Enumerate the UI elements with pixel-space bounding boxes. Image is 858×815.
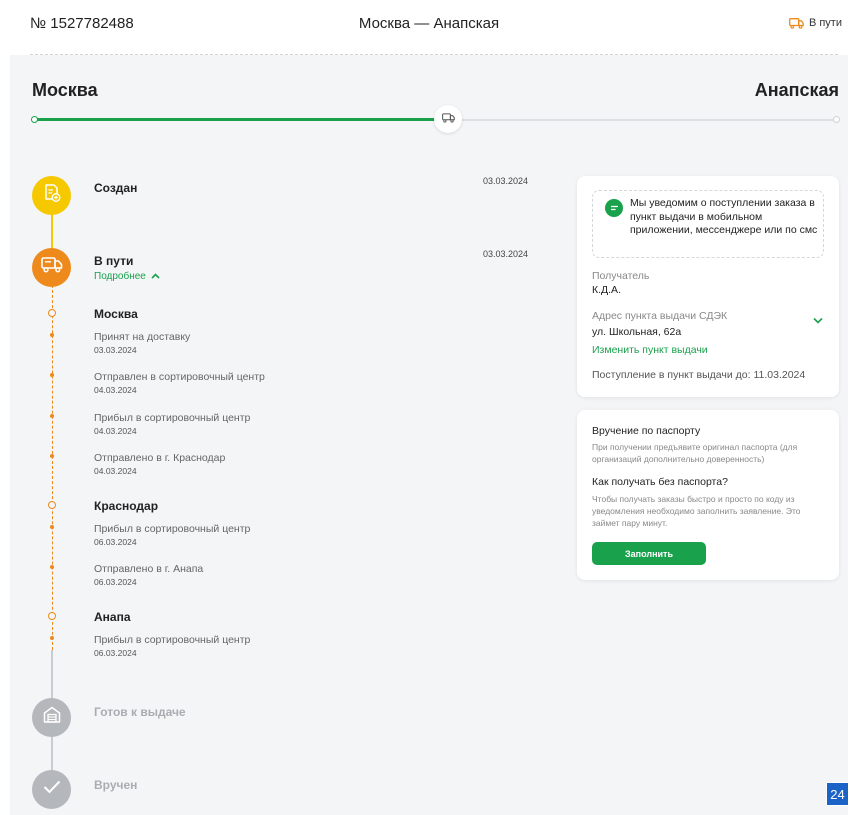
no-passport-description: Чтобы получать заказы быстро и просто по… [592,494,801,528]
passport-description: При получении предъявите оригинал паспор… [592,442,798,464]
transit-city: Краснодар [94,499,159,513]
event-text: Отправлен в сортировочный центр [94,371,265,383]
event-marker [50,636,54,640]
event-date: 03.03.2024 [94,345,137,355]
transit-city: Анапа [94,610,131,624]
recipient-label: Получатель [592,270,650,282]
stage-transit-date: 03.03.2024 [483,249,529,259]
event-text: Отправлено в г. Краснодар [94,452,226,464]
event-text: Прибыл в сортировочный центр [94,412,251,424]
chevron-down-icon[interactable] [813,311,823,329]
event-marker [50,525,54,529]
fill-application-button[interactable]: Заполнить [592,542,706,565]
delivery-info-card: Мы уведомим о поступлении заказа в пункт… [577,176,839,397]
stage-created-date: 03.03.2024 [483,176,529,186]
stage-transit-title: В пути [94,254,134,268]
arrival-deadline: Поступление в пункт выдачи до: 11.03.202… [592,369,806,381]
event-marker [50,373,54,377]
event-date: 06.03.2024 [94,537,137,547]
change-pickup-link[interactable]: Изменить пункт выдачи [592,344,708,356]
stage-delivered-icon-circle [32,770,71,809]
event-marker [50,454,54,458]
address-value: ул. Школьная, 62а [592,326,682,338]
event-marker [50,333,54,337]
details-label: Подробнее [94,271,146,282]
event-marker [50,565,54,569]
event-marker [50,414,54,418]
chat-icon [605,199,623,217]
pickup-point-icon [42,705,62,730]
passport-card: Вручение по паспорту При получении предъ… [577,410,839,580]
stage-transit-icon-circle [32,248,71,287]
stage-created-title: Создан [94,181,138,195]
document-plus-icon [42,183,62,208]
route-progress-marker [434,105,462,133]
notice-text: Мы уведомим о поступлении заказа в пункт… [630,197,818,236]
route-end-dot [833,116,840,123]
status-label: В пути [808,17,842,29]
event-text: Принят на доставку [94,331,191,343]
truck-icon [40,257,63,278]
route-progress-fill [34,118,436,121]
event-date: 04.03.2024 [94,426,137,436]
timeline-line-transit [51,285,53,655]
notification-notice: Мы уведомим о поступлении заказа в пункт… [592,190,824,258]
event-date: 06.03.2024 [94,577,137,587]
city-marker [48,612,56,620]
status-badge: В пути [789,17,842,29]
truck-icon [441,110,455,128]
event-text: Прибыл в сортировочный центр [94,523,251,535]
event-text: Прибыл в сортировочный центр [94,634,251,646]
passport-title: Вручение по паспорту [592,425,701,437]
no-passport-question: Как получать без паспорта? [592,476,728,488]
check-icon [42,779,62,800]
corner-badge[interactable]: 24 [826,782,849,806]
address-label: Адрес пункта выдачи СДЭК [592,310,728,322]
transit-city: Москва [94,307,138,321]
event-text: Отправлено в г. Анапа [94,563,204,575]
recipient-value: К.Д.А. [592,284,621,296]
stage-created-icon-circle [32,176,71,215]
truck-icon [789,17,804,29]
event-date: 04.03.2024 [94,466,137,476]
route-title: Москва — Анапская [358,15,500,32]
page-header: № 1527782488 Москва — Анапская В пути [0,0,858,48]
route-from: Москва [32,80,98,100]
stage-ready-icon-circle [32,698,71,737]
event-date: 06.03.2024 [94,648,137,658]
city-marker [48,501,56,509]
chevron-up-icon [151,271,160,282]
route-to: Анапская [754,80,839,100]
stage-ready-title: Готов к выдаче [94,705,186,719]
details-toggle[interactable]: Подробнее [94,271,160,282]
stage-delivered-title: Вручен [94,778,138,792]
event-date: 04.03.2024 [94,385,137,395]
route-start-dot [31,116,38,123]
city-marker [48,309,56,317]
